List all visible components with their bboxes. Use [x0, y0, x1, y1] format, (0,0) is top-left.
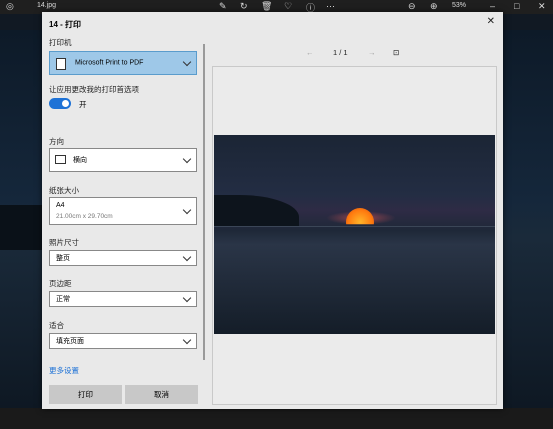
favorite-icon[interactable]: ♡	[284, 1, 292, 12]
rotate-icon[interactable]: ↻	[240, 1, 248, 12]
preferences-toggle[interactable]	[49, 98, 71, 109]
preferences-label: 让应用更改我的打印首选项	[49, 85, 139, 94]
fit-value: 填充页面	[56, 338, 84, 345]
settings-scrollbar[interactable]	[203, 44, 205, 360]
cancel-button[interactable]: 取消	[125, 385, 198, 404]
page-indicator: 1 / 1	[333, 48, 348, 57]
printer-icon	[56, 58, 66, 70]
orientation-value: 横向	[73, 157, 87, 164]
horizon-line	[214, 226, 495, 227]
paper-size-value: A4	[56, 202, 65, 209]
photo-size-select[interactable]: 整页	[49, 250, 197, 266]
more-icon[interactable]: ⋯	[326, 1, 335, 12]
zoom-level: 53%	[452, 2, 467, 9]
fit-preview-icon[interactable]: ⊡	[393, 48, 399, 57]
chevron-down-icon	[182, 154, 192, 164]
orientation-label: 方向	[49, 137, 64, 146]
minimize-icon[interactable]: –	[490, 1, 495, 11]
viewer-filename: 14.jpg	[37, 2, 57, 9]
chevron-down-icon	[182, 57, 192, 67]
orientation-select[interactable]: 横向	[49, 148, 197, 172]
preview-photo	[214, 135, 495, 334]
fit-select[interactable]: 填充页面	[49, 333, 197, 349]
print-dialog: 14 - 打印 ✕ 打印机 Microsoft Print to PDF 让应用…	[42, 12, 503, 409]
maximize-icon[interactable]: □	[514, 1, 519, 11]
landscape-page-icon	[55, 155, 66, 164]
margins-label: 页边距	[49, 279, 72, 288]
chevron-down-icon	[182, 293, 192, 303]
toggle-state-label: 开	[79, 100, 87, 109]
window-close-icon[interactable]: ✕	[538, 1, 546, 12]
zoom-in-icon[interactable]: ⊕	[430, 1, 438, 12]
margins-value: 正常	[56, 296, 70, 303]
more-settings-link[interactable]: 更多设置	[49, 365, 79, 376]
photo-size-value: 整页	[56, 255, 70, 262]
fit-label: 适合	[49, 321, 64, 330]
photo-size-label: 照片尺寸	[49, 238, 79, 247]
preview-island	[214, 195, 299, 227]
toggle-knob	[62, 100, 69, 107]
print-button[interactable]: 打印	[49, 385, 122, 404]
delete-icon[interactable]: 🗑	[261, 1, 272, 12]
sun	[346, 208, 374, 225]
chevron-down-icon	[182, 252, 192, 262]
zoom-out-icon[interactable]: ⊖	[408, 1, 416, 12]
viewer-bottom-bar	[0, 408, 553, 429]
next-page-icon[interactable]: →	[368, 48, 376, 57]
chevron-down-icon	[182, 205, 192, 215]
paper-size-dimensions: 21.00cm x 29.70cm	[56, 213, 113, 220]
margins-select[interactable]: 正常	[49, 291, 197, 307]
chevron-down-icon	[182, 335, 192, 345]
printer-value: Microsoft Print to PDF	[75, 59, 144, 67]
edit-icon[interactable]: ✎	[219, 1, 227, 12]
previous-page-icon[interactable]: ←	[306, 48, 314, 57]
paper-size-select[interactable]: A4 21.00cm x 29.70cm	[49, 197, 197, 225]
paper-size-label: 纸张大小	[49, 186, 79, 195]
app-icon: ◎	[6, 1, 14, 11]
close-icon[interactable]: ✕	[487, 16, 495, 27]
printer-select[interactable]: Microsoft Print to PDF	[49, 51, 197, 75]
printer-label: 打印机	[49, 38, 72, 47]
settings-panel: 打印机 Microsoft Print to PDF 让应用更改我的打印首选项 …	[42, 12, 207, 409]
